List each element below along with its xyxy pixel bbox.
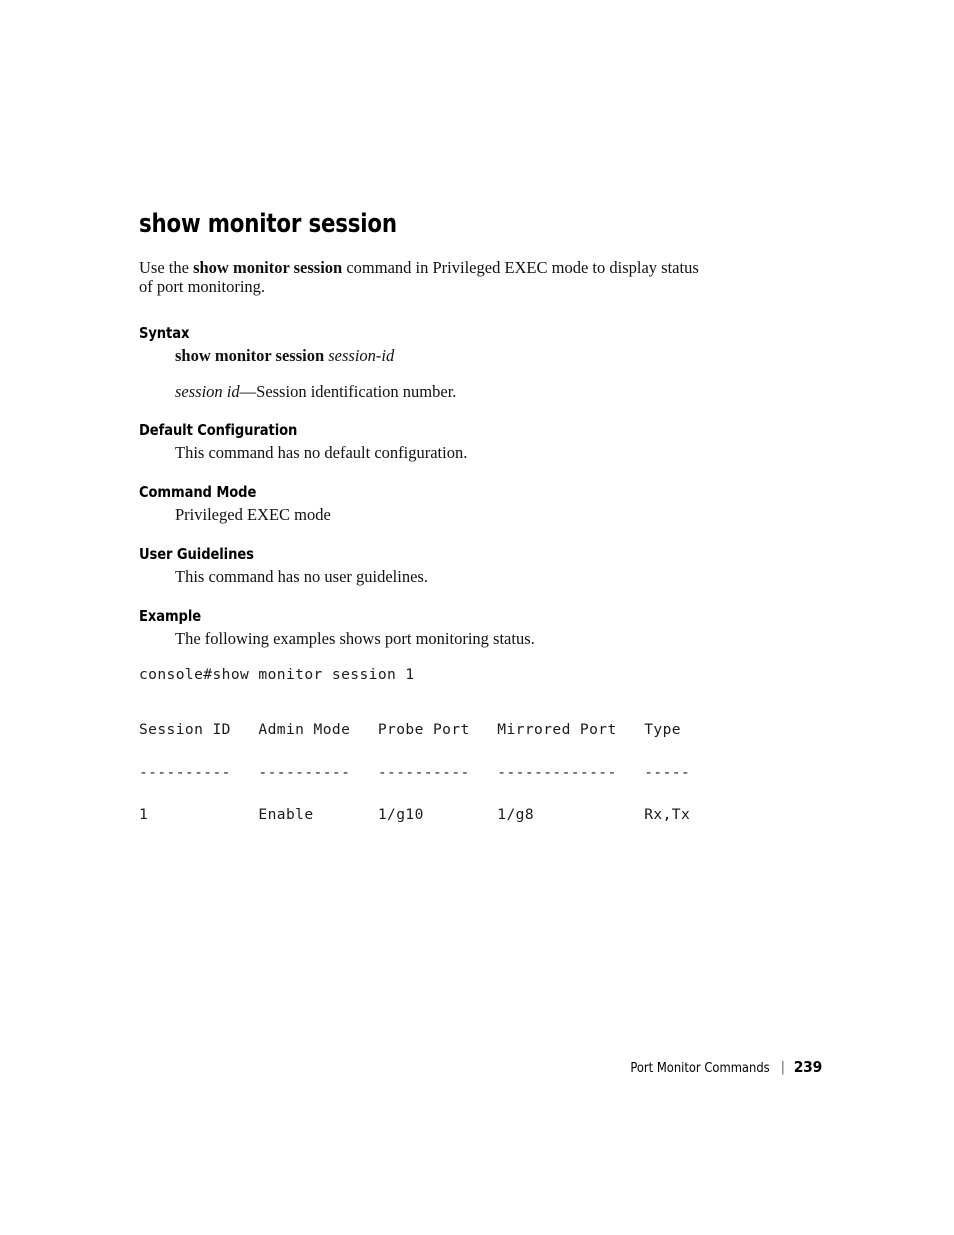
section-default-configuration: Default Configuration This command has n… [139,421,739,463]
document-page: show monitor session Use the show monito… [0,0,954,1235]
section-user-guidelines: User Guidelines This command has no user… [139,545,739,587]
default-configuration-body: This command has no default configuratio… [175,443,468,463]
section-heading-command-mode: Command Mode [139,483,257,502]
syntax-parameter-line: session id—Session identification number… [175,382,739,402]
section-heading-example: Example [139,606,202,625]
section-command-mode: Command Mode Privileged EXEC mode [139,483,739,525]
content-column: show monitor session Use the show monito… [139,211,739,823]
syntax-command: show monitor session [175,345,329,365]
page-number: 239 [793,1058,823,1076]
footer-separator: | [780,1060,785,1075]
syntax-parameter-desc: —Session identification number. [239,381,457,401]
console-table-header: Session ID Admin Mode Probe Port Mirrore… [139,721,681,739]
section-heading-default-configuration: Default Configuration [139,421,298,440]
section-example: Example The following examples shows por… [139,607,739,649]
example-body: The following examples shows port monito… [175,628,535,648]
footer-chapter-label: Port Monitor Commands [630,1060,770,1076]
syntax-argument: session-id [328,345,395,365]
intro-paragraph: Use the show monitor session command in … [139,258,714,297]
section-heading-user-guidelines: User Guidelines [139,544,254,563]
syntax-parameter-term: session id [175,381,240,401]
intro-command-name: show monitor session [193,257,343,277]
syntax-usage-line: show monitor session session-id [175,346,739,366]
page-title: show monitor session [139,209,397,239]
section-heading-syntax: Syntax [139,323,190,342]
intro-text-before: Use the [139,257,194,277]
user-guidelines-body: This command has no user guidelines. [175,566,428,586]
console-command-line: console#show monitor session 1 [139,666,415,684]
console-output-block: console#show monitor session 1 Session I… [139,668,739,822]
section-syntax: Syntax show monitor session session-id s… [139,324,739,402]
console-table-row: 1 Enable 1/g10 1/g8 Rx,Tx [139,806,691,824]
command-mode-body: Privileged EXEC mode [175,505,331,525]
console-table-separator: ---------- ---------- ---------- -------… [139,763,691,781]
page-footer: Port Monitor Commands | 239 [0,1058,823,1076]
